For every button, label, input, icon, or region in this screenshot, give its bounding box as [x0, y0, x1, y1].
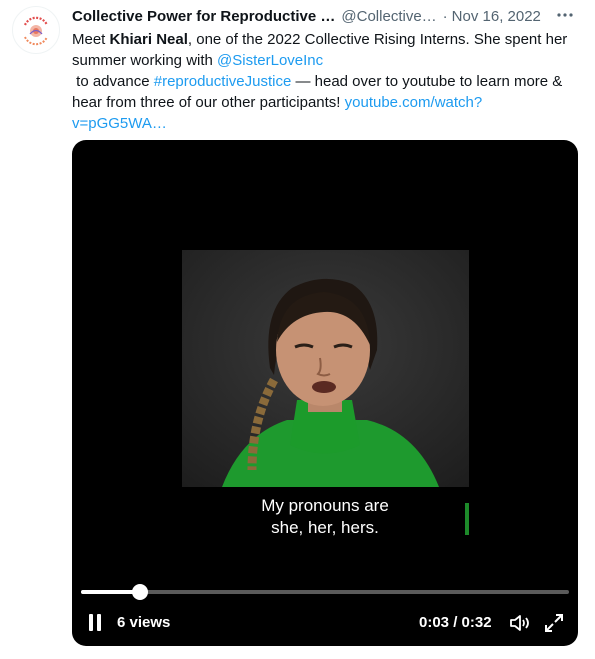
avatar-logo-icon	[14, 8, 58, 52]
progress-scrubber[interactable]	[131, 584, 148, 600]
tweet-text-line: v=pGG5WA…	[72, 113, 586, 134]
volume-icon[interactable]	[509, 613, 531, 633]
tweet-text-line: Meet Khiari Neal, one of the 2022 Collec…	[72, 29, 586, 50]
progress-bar[interactable]	[81, 584, 569, 600]
view-count: 6 views	[117, 614, 171, 631]
tweet-text: Meet Khiari Neal, one of the 2022 Collec…	[72, 29, 586, 134]
duration: 0:32	[461, 614, 492, 631]
tweet-text-line: hear from three of our other participant…	[72, 92, 586, 113]
text-segment: Meet	[72, 31, 110, 48]
author-handle[interactable]: @Collective…	[341, 8, 436, 25]
text-segment: — head over to youtube to learn more &	[291, 73, 563, 90]
avatar[interactable]	[12, 6, 60, 54]
more-horizontal-icon[interactable]	[552, 4, 578, 26]
caption-line: My pronouns are	[261, 496, 389, 515]
hashtag-link[interactable]: #reproductiveJustice	[154, 73, 292, 90]
tweet-date[interactable]: Nov 16, 2022	[452, 8, 541, 25]
current-time: 0:03	[419, 614, 450, 631]
caption-line: she, her, hers.	[271, 518, 379, 537]
progress-fill	[81, 590, 140, 594]
header-separator: ·	[442, 7, 448, 25]
youtube-link[interactable]: youtube.com/watch?	[345, 94, 483, 111]
tweet-text-line: to advance #reproductiveJustice — head o…	[72, 71, 586, 92]
text-segment: hear from three of our other participant…	[72, 94, 345, 111]
person-speaking-image	[182, 250, 469, 487]
tweet-header: Collective Power for Reproductive … @Col…	[72, 6, 582, 26]
video-frame[interactable]	[182, 250, 469, 487]
time-separator: /	[449, 614, 462, 631]
timecode: 0:03 / 0:32	[419, 614, 492, 631]
youtube-link-continued[interactable]: v=pGG5WA…	[72, 115, 167, 132]
tweet-text-line: summer working with @SisterLoveInc	[72, 50, 586, 71]
pause-icon[interactable]	[86, 614, 104, 632]
author-name[interactable]: Collective Power for Reproductive …	[72, 8, 335, 25]
fullscreen-icon[interactable]	[544, 613, 564, 633]
bold-name: Khiari Neal	[109, 31, 188, 48]
video-player[interactable]: My pronouns are she, her, hers. 6 views …	[72, 140, 578, 646]
text-segment: summer working with	[72, 52, 218, 69]
text-segment: , one of the 2022 Collective Rising Inte…	[187, 31, 568, 48]
text-segment: to advance	[72, 73, 154, 90]
video-caption: My pronouns are she, her, hers.	[72, 495, 578, 539]
mention-link[interactable]: @SisterLoveInc	[217, 52, 323, 69]
video-controls: 6 views 0:03 / 0:32	[72, 610, 578, 636]
